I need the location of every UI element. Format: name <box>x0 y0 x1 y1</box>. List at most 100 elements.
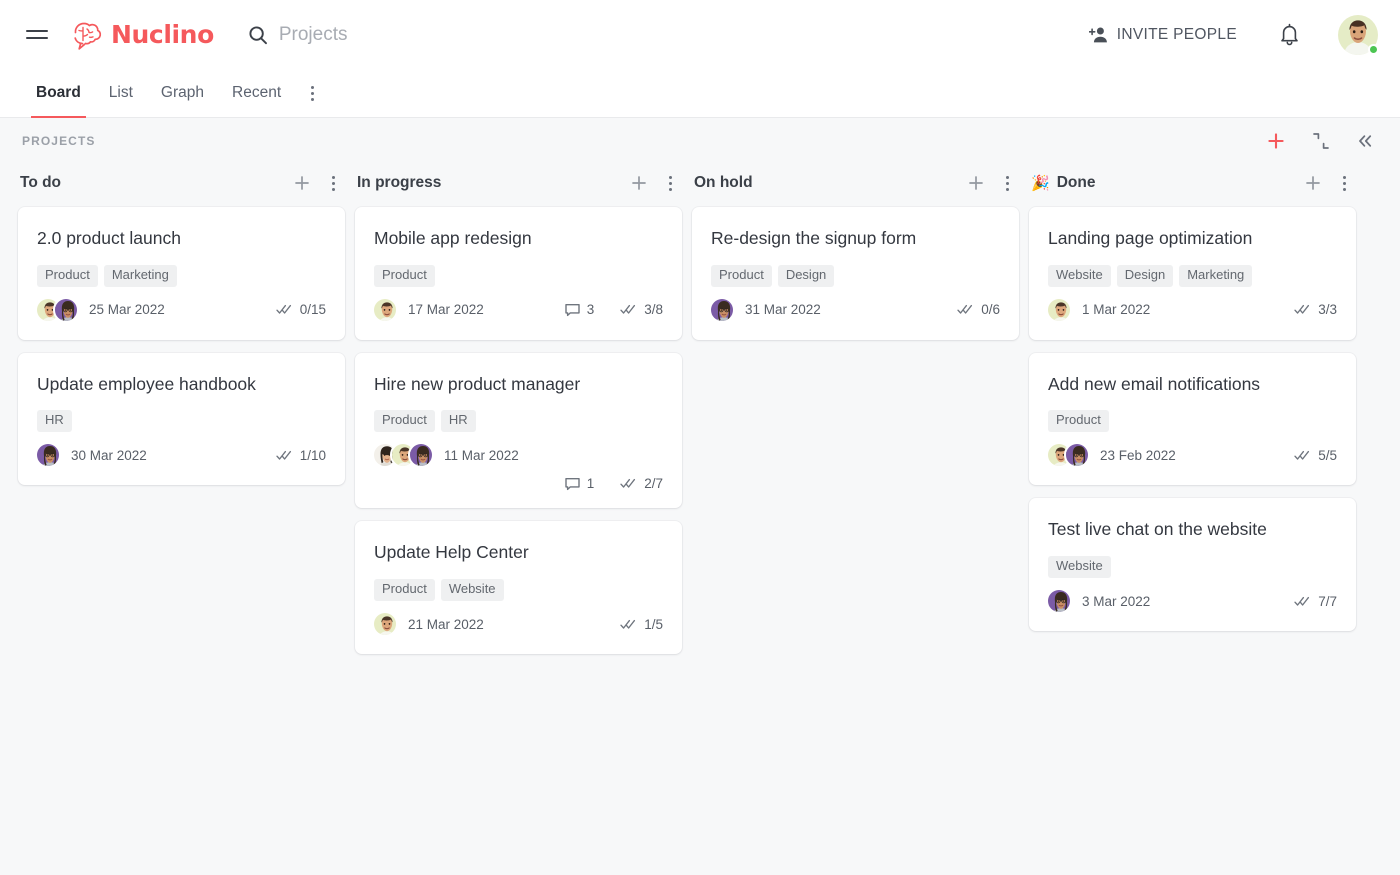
card-tag-list: Product Website <box>374 579 663 602</box>
card-tag-list: Product Design <box>711 264 1000 287</box>
column-title-text: In progress <box>357 174 442 191</box>
tab-board[interactable]: Board <box>22 69 95 118</box>
search-input[interactable]: Projects <box>248 24 1083 46</box>
board-column: On hold Re-design the signup form Product… <box>692 163 1019 340</box>
column-actions <box>626 170 676 196</box>
card-task-count: 7/7 <box>1294 594 1337 609</box>
plus-icon <box>1266 131 1286 151</box>
invite-people-button[interactable]: INVITE PEOPLE <box>1083 18 1243 52</box>
card-avatar <box>1046 296 1072 323</box>
nuclino-logo[interactable]: Nuclino <box>70 20 214 50</box>
board-card[interactable]: 2.0 product launch Product Marketing 25 M… <box>18 207 345 340</box>
column-title: 🎉 Done <box>1031 174 1095 192</box>
card-avatar-group <box>372 296 398 323</box>
collapse-all-button[interactable] <box>1308 128 1334 154</box>
tab-recent[interactable]: Recent <box>218 69 295 117</box>
card-avatar-group <box>35 442 61 469</box>
card-tag[interactable]: Product <box>37 264 98 287</box>
comment-count-text: 1 <box>586 476 595 492</box>
column-menu-button[interactable] <box>665 172 676 195</box>
add-card-button[interactable] <box>289 170 315 196</box>
task-count-text: 5/5 <box>1318 447 1337 463</box>
tabs-more-menu-button[interactable] <box>295 69 329 117</box>
board-canvas: PROJECTS To do 2.0 product launch Produc… <box>0 118 1400 875</box>
card-date: 23 Feb 2022 <box>1100 447 1176 463</box>
user-avatar[interactable] <box>1338 14 1379 55</box>
collapse-sidebar-button[interactable] <box>1352 128 1378 154</box>
hamburger-menu-icon[interactable] <box>26 23 50 47</box>
board-columns: To do 2.0 product launch Product Marketing… <box>0 163 1400 655</box>
card-tag[interactable]: Product <box>374 264 435 287</box>
card-task-count: 1/10 <box>276 448 326 463</box>
card-avatar-group <box>709 296 735 323</box>
add-card-button[interactable] <box>963 170 989 196</box>
tab-list[interactable]: List <box>95 69 147 117</box>
card-tag[interactable]: Product <box>1048 410 1109 433</box>
card-title: Hire new product manager <box>374 373 581 394</box>
card-tag[interactable]: HR <box>37 410 72 433</box>
collapse-inward-icon <box>1312 132 1330 150</box>
card-date: 21 Mar 2022 <box>408 616 484 632</box>
add-card-button[interactable] <box>626 170 652 196</box>
card-tag[interactable]: Website <box>440 579 504 602</box>
card-title: 2.0 product launch <box>37 228 181 248</box>
double-check-icon <box>620 478 637 489</box>
board-card[interactable]: Add new email notifications Product 23 F… <box>1029 352 1356 486</box>
card-tag[interactable]: Marketing <box>1179 264 1253 287</box>
card-tag-list: Product <box>1048 410 1337 433</box>
hamburger-line <box>26 37 48 39</box>
more-vertical-icon <box>669 175 672 191</box>
column-menu-button[interactable] <box>1339 172 1350 195</box>
column-menu-button[interactable] <box>328 172 339 195</box>
card-tag[interactable]: HR <box>440 410 476 433</box>
card-tag[interactable]: Website <box>1048 556 1111 579</box>
card-task-count: 0/6 <box>957 302 1000 317</box>
card-footer: 25 Mar 2022 0/15 <box>35 296 326 323</box>
card-tag-list: Product <box>374 264 663 287</box>
tab-label: Board <box>36 84 81 101</box>
card-tag[interactable]: Design <box>1116 264 1174 287</box>
card-task-count: 3/8 <box>620 302 663 317</box>
card-footer: 31 Mar 2022 0/6 <box>709 296 1000 323</box>
board-card[interactable]: Update employee handbook HR 30 Mar 2022 … <box>18 352 345 486</box>
card-comment-count: 1 <box>565 476 595 492</box>
board-card[interactable]: Re-design the signup form Product Design … <box>692 207 1019 340</box>
card-title: Mobile app redesign <box>374 228 532 248</box>
card-date: 11 Mar 2022 <box>444 447 519 463</box>
task-count-text: 2/7 <box>644 476 663 492</box>
card-footer: 30 Mar 2022 1/10 <box>35 442 326 469</box>
board-card[interactable]: Landing page optimization Website Design M… <box>1029 207 1356 340</box>
add-item-button[interactable] <box>1262 127 1290 155</box>
card-avatar-group <box>1046 588 1072 615</box>
task-count-text: 1/10 <box>299 447 326 463</box>
card-meta-group: 1/5 <box>620 617 663 632</box>
board-card[interactable]: Test live chat on the website Website 3 … <box>1029 498 1356 632</box>
card-tag[interactable]: Design <box>777 264 835 287</box>
card-meta-group: 5/5 <box>1294 448 1337 463</box>
board-card[interactable]: Update Help Center Product Website 21 Mar… <box>355 521 682 655</box>
card-tag[interactable]: Product <box>711 264 772 287</box>
tab-graph[interactable]: Graph <box>147 69 218 117</box>
card-footer: 1 Mar 2022 3/3 <box>1046 296 1337 323</box>
card-task-count: 0/15 <box>276 302 326 317</box>
double-check-icon <box>957 304 974 315</box>
card-tag[interactable]: Marketing <box>103 264 177 287</box>
column-title: To do <box>20 174 61 192</box>
card-title: Update Help Center <box>374 542 529 563</box>
column-header: On hold <box>692 163 1019 203</box>
card-tag[interactable]: Product <box>374 579 435 602</box>
add-card-button[interactable] <box>1300 170 1326 196</box>
card-footer: 3 Mar 2022 7/7 <box>1046 588 1337 615</box>
notifications-button[interactable] <box>1273 17 1306 52</box>
column-card-list: Landing page optimization Website Design M… <box>1029 203 1356 632</box>
board-card[interactable]: Mobile app redesign Product 17 Mar 2022 … <box>355 207 682 340</box>
column-menu-button[interactable] <box>1002 172 1013 195</box>
card-date: 25 Mar 2022 <box>89 302 165 318</box>
double-chevron-left-icon <box>1356 132 1374 150</box>
card-tag[interactable]: Product <box>374 410 435 433</box>
card-avatar <box>372 296 398 323</box>
board-title: PROJECTS <box>22 133 96 148</box>
board-card[interactable]: Hire new product manager Product HR 11 Ma… <box>355 352 682 509</box>
card-tag[interactable]: Website <box>1048 264 1111 287</box>
card-meta-group: 3/3 <box>1294 302 1337 317</box>
